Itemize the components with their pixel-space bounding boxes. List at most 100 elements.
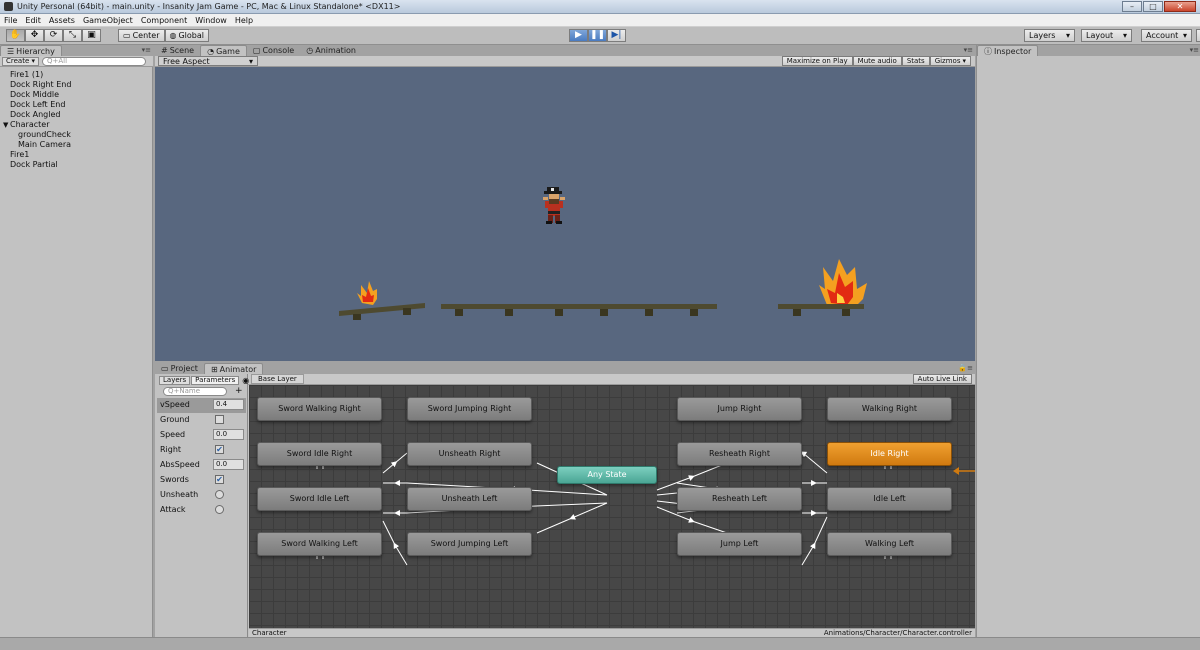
- menu-edit[interactable]: Edit: [25, 16, 41, 25]
- param-checkbox[interactable]: [215, 415, 224, 424]
- list-item[interactable]: groundCheck: [0, 130, 153, 140]
- eye-icon[interactable]: ◉: [242, 376, 249, 385]
- state-resheath-left[interactable]: Resheath Left: [677, 487, 802, 511]
- pivot-center-button[interactable]: ▭ Center: [118, 29, 165, 42]
- tab-project[interactable]: ▭ Project: [155, 363, 204, 374]
- move-tool-icon[interactable]: ✥: [25, 29, 44, 42]
- layout-dropdown[interactable]: Layout ▾: [1081, 29, 1132, 42]
- params-search-input[interactable]: Q+Name: [163, 387, 227, 396]
- breadcrumb[interactable]: Base Layer: [251, 374, 304, 384]
- tab-animator[interactable]: ⊞ Animator: [203, 363, 264, 374]
- tab-layers[interactable]: Layers: [159, 376, 191, 385]
- panel-menu-icon[interactable]: ▾≡: [964, 46, 973, 54]
- state-sword-walking-right[interactable]: Sword Walking Right: [257, 397, 382, 421]
- tab-console[interactable]: ▢ Console: [247, 45, 300, 56]
- state-unsheath-right[interactable]: Unsheath Right: [407, 442, 532, 466]
- state-sword-jumping-left[interactable]: Sword Jumping Left: [407, 532, 532, 556]
- cloud-icon[interactable]: ☁: [1196, 29, 1200, 42]
- list-item-character[interactable]: ▼ Character: [0, 120, 153, 130]
- list-item[interactable]: Dock Angled: [0, 110, 153, 120]
- state-jump-right[interactable]: Jump Right: [677, 397, 802, 421]
- list-item[interactable]: Main Camera: [0, 140, 153, 150]
- step-icon[interactable]: ▶|: [607, 29, 626, 42]
- minimize-button[interactable]: –: [1122, 1, 1142, 12]
- state-sword-walking-left[interactable]: Sword Walking Left: [257, 532, 382, 556]
- param-trigger-radio[interactable]: [215, 505, 224, 514]
- state-walking-left[interactable]: Walking Left: [827, 532, 952, 556]
- param-value-field[interactable]: 0.0: [213, 459, 244, 470]
- game-canvas[interactable]: [155, 67, 975, 361]
- mute-audio-toggle[interactable]: Mute audio: [852, 56, 902, 66]
- tab-scene[interactable]: # Scene: [155, 45, 200, 56]
- pivot-global-button[interactable]: ◍ Global: [164, 29, 210, 42]
- state-sword-idle-right[interactable]: Sword Idle Right: [257, 442, 382, 466]
- state-sword-jumping-right[interactable]: Sword Jumping Right: [407, 397, 532, 421]
- add-parameter-icon[interactable]: +: [235, 386, 243, 396]
- list-item[interactable]: Dock Middle: [0, 90, 153, 100]
- state-resheath-right[interactable]: Resheath Right: [677, 442, 802, 466]
- param-unsheath[interactable]: Unsheath: [157, 488, 246, 503]
- panel-menu-icon[interactable]: 🔒≡: [958, 364, 973, 372]
- list-item[interactable]: Fire1: [0, 150, 153, 160]
- param-trigger-radio[interactable]: [215, 490, 224, 499]
- gizmos-dropdown[interactable]: Gizmos ▾: [929, 56, 971, 66]
- layers-dropdown[interactable]: Layers ▾: [1024, 29, 1075, 42]
- param-swords[interactable]: Swords ✔: [157, 473, 246, 488]
- menu-gameobject[interactable]: GameObject: [83, 16, 133, 25]
- folder-icon: ▭: [161, 364, 169, 373]
- menu-file[interactable]: File: [4, 16, 17, 25]
- stats-toggle[interactable]: Stats: [901, 56, 930, 66]
- param-right[interactable]: Right ✔: [157, 443, 246, 458]
- param-checkbox[interactable]: ✔: [215, 475, 224, 484]
- param-speed[interactable]: Speed 0.0: [157, 428, 246, 443]
- menu-window[interactable]: Window: [195, 16, 227, 25]
- list-item[interactable]: Dock Left End: [0, 100, 153, 110]
- rotate-tool-icon[interactable]: ⟳: [44, 29, 63, 42]
- list-icon: ☰: [7, 46, 15, 56]
- transform-tools: ✋ ✥ ⟳ ⤡ ▣: [6, 29, 101, 42]
- hierarchy-search-input[interactable]: Q+All: [42, 56, 147, 66]
- state-sword-idle-left[interactable]: Sword Idle Left: [257, 487, 382, 511]
- list-item[interactable]: Dock Partial: [0, 160, 153, 170]
- param-absspeed[interactable]: AbsSpeed 0.0: [157, 458, 246, 473]
- menu-component[interactable]: Component: [141, 16, 187, 25]
- maximize-on-play-toggle[interactable]: Maximize on Play: [781, 56, 853, 66]
- state-walking-right[interactable]: Walking Right: [827, 397, 952, 421]
- tab-animation[interactable]: ◷ Animation: [300, 45, 362, 56]
- state-jump-left[interactable]: Jump Left: [677, 532, 802, 556]
- panel-menu-icon[interactable]: ▾≡: [1190, 46, 1199, 54]
- param-vspeed[interactable]: vSpeed 0.4: [157, 398, 246, 413]
- state-idle-left[interactable]: Idle Left: [827, 487, 952, 511]
- param-checkbox[interactable]: ✔: [215, 445, 224, 454]
- state-machine-graph[interactable]: Sword Walking Right Sword Jumping Right …: [249, 385, 975, 628]
- param-attack[interactable]: Attack: [157, 503, 246, 518]
- param-ground[interactable]: Ground: [157, 413, 246, 428]
- scale-tool-icon[interactable]: ⤡: [63, 29, 82, 42]
- maximize-button[interactable]: □: [1143, 1, 1163, 12]
- pause-icon[interactable]: ❚❚: [588, 29, 607, 42]
- param-value-field[interactable]: 0.4: [213, 399, 244, 410]
- menu-help[interactable]: Help: [235, 16, 253, 25]
- param-value-field[interactable]: 0.0: [213, 429, 244, 440]
- state-unsheath-left[interactable]: Unsheath Left: [407, 487, 532, 511]
- aspect-dropdown[interactable]: Free Aspect ▾: [158, 56, 258, 66]
- state-any-state[interactable]: Any State: [557, 466, 657, 484]
- tab-hierarchy[interactable]: ☰ Hierarchy: [0, 45, 62, 56]
- expand-triangle-icon[interactable]: ▼: [3, 120, 8, 130]
- auto-live-link-toggle[interactable]: Auto Live Link: [912, 374, 972, 384]
- state-idle-right-default[interactable]: Idle Right: [827, 442, 952, 466]
- rect-tool-icon[interactable]: ▣: [82, 29, 101, 42]
- tab-inspector[interactable]: ⓘ Inspector: [977, 45, 1039, 56]
- list-item[interactable]: Dock Right End: [0, 80, 153, 90]
- tab-label: Console: [262, 46, 295, 55]
- panel-menu-icon[interactable]: ▾≡: [142, 46, 151, 54]
- account-dropdown[interactable]: Account ▾: [1141, 29, 1192, 42]
- tab-game[interactable]: ◔ Game: [200, 45, 247, 56]
- play-icon[interactable]: ▶: [569, 29, 588, 42]
- list-item[interactable]: Fire1 (1): [0, 70, 153, 80]
- menu-assets[interactable]: Assets: [49, 16, 75, 25]
- create-button[interactable]: Create ▾: [2, 56, 40, 66]
- close-button[interactable]: ✕: [1164, 1, 1196, 12]
- tab-parameters[interactable]: Parameters: [191, 376, 240, 385]
- hand-tool-icon[interactable]: ✋: [6, 29, 25, 42]
